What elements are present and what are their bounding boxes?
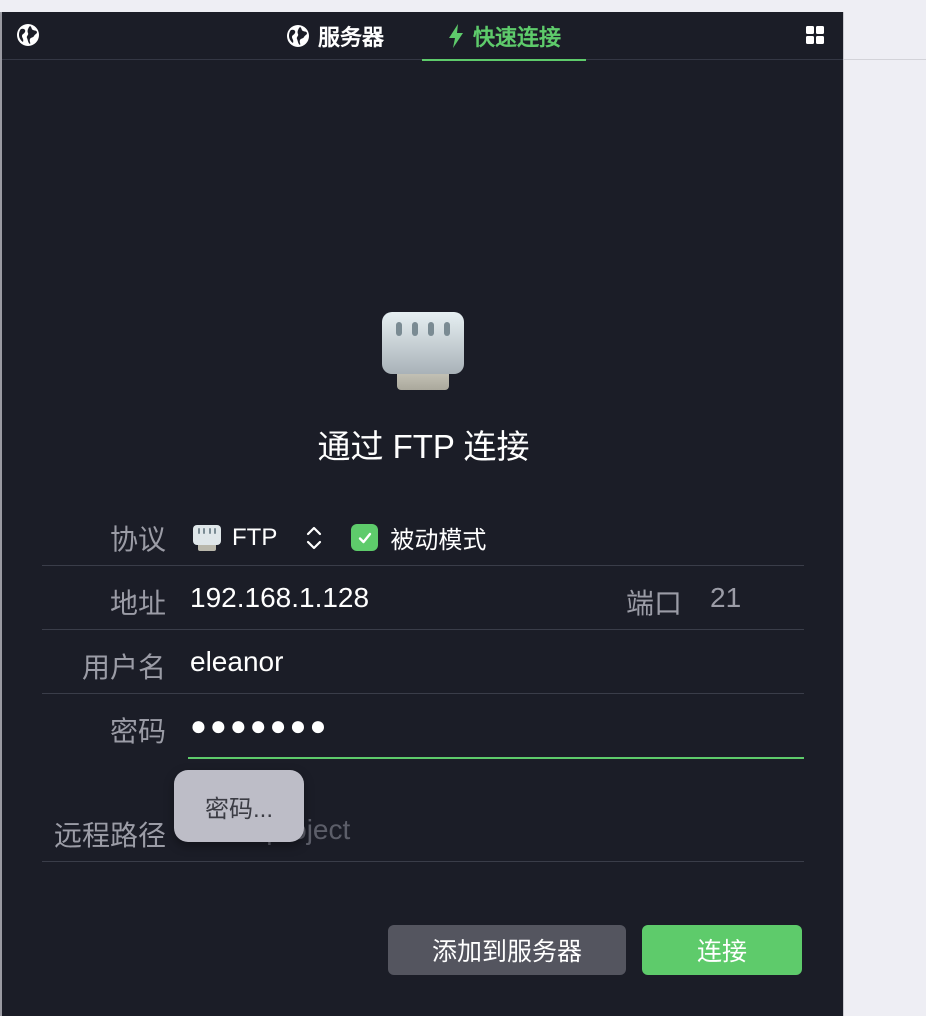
remote-path-row: 远程路径 /www/project (42, 798, 804, 862)
tab-quick-connect-label: 快速连接 (472, 25, 561, 50)
protocol-value: FTP (232, 523, 278, 551)
divider (844, 59, 926, 60)
port-label: 端口 (626, 588, 683, 619)
page-title: 通过 FTP 连接 (317, 428, 530, 465)
password-tooltip: 密码... (174, 770, 304, 842)
protocol-select[interactable]: FTP 被动模式 (192, 520, 486, 555)
protocol-row: 协议 FTP 被动模式 (42, 502, 804, 566)
globe-icon (287, 25, 309, 47)
username-row: 用户名 eleanor (42, 630, 804, 694)
password-input[interactable]: ●●●●●●● (190, 710, 329, 742)
tab-servers-label: 服务器 (318, 25, 385, 50)
globe-icon[interactable] (16, 23, 40, 47)
checkmark-icon (358, 532, 372, 543)
tab-servers[interactable]: 服务器 (286, 12, 384, 60)
chevron-up-down-icon (307, 526, 322, 549)
username-input[interactable]: eleanor (190, 646, 283, 678)
protocol-label: 协议 (109, 524, 166, 555)
passive-mode-label: 被动模式 (390, 527, 487, 554)
password-label: 密码 (109, 716, 166, 747)
address-input[interactable]: 192.168.1.128 (190, 582, 369, 614)
connect-button[interactable]: 连接 (642, 925, 802, 975)
toolbar: 服务器 快速连接 (2, 12, 843, 61)
bolt-icon (448, 24, 463, 48)
address-label: 地址 (109, 588, 166, 619)
tab-quick-connect[interactable]: 快速连接 (422, 12, 586, 61)
password-focus-line (188, 757, 804, 759)
address-row: 地址 192.168.1.128 端口 21 (42, 566, 804, 630)
password-row: 密码 ●●●●●●● (42, 694, 804, 758)
username-label: 用户名 (81, 652, 166, 683)
right-pane (843, 12, 926, 1016)
grid-view-icon[interactable] (806, 26, 826, 46)
ethernet-port-icon (193, 524, 221, 551)
passive-mode-checkbox[interactable] (351, 524, 379, 551)
active-tab-indicator (422, 59, 586, 61)
port-input[interactable]: 21 (710, 582, 741, 614)
ethernet-port-icon (380, 310, 466, 392)
remote-path-label: 远程路径 (53, 820, 166, 851)
quick-connect-panel: 服务器 快速连接 通过 FTP 连接 协议 FTP 被动模式 地址 192.16… (0, 12, 843, 1016)
window-top-strip (0, 0, 926, 12)
add-to-servers-button[interactable]: 添加到服务器 (388, 925, 626, 975)
